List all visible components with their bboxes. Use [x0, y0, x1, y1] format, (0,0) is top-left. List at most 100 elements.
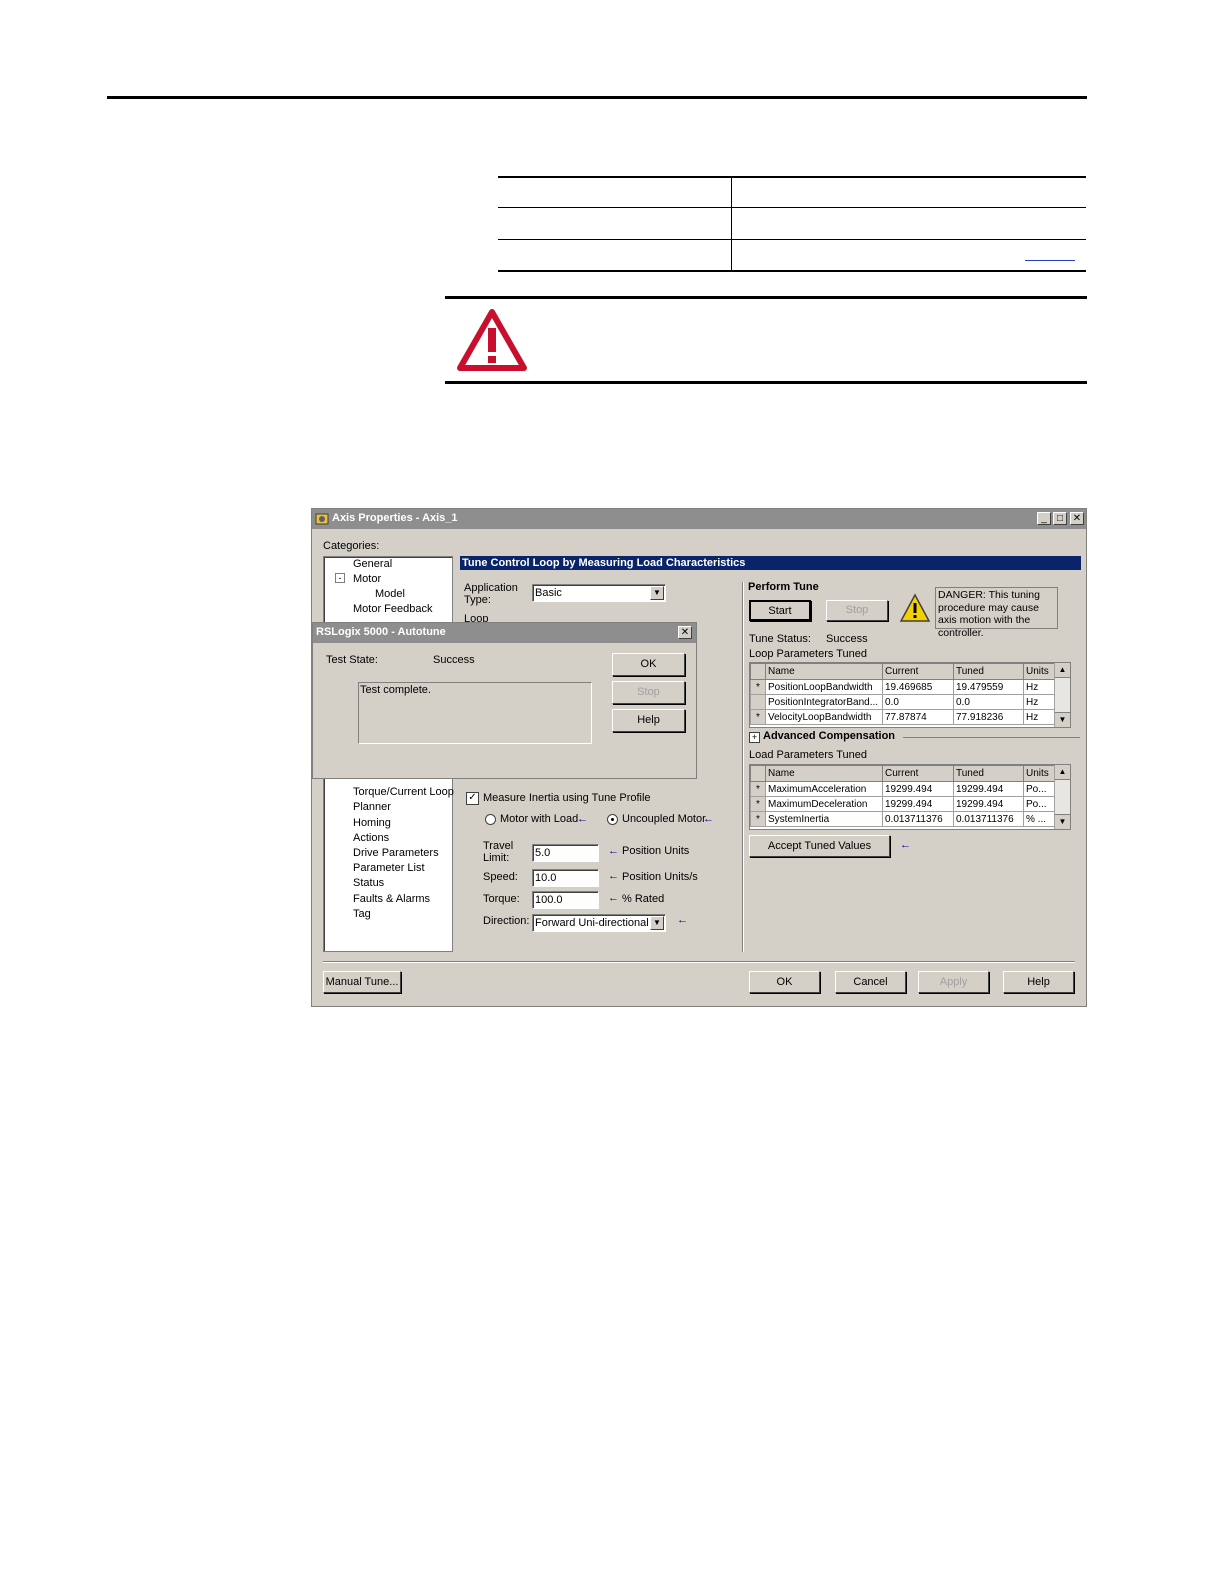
table-rule-mid2 — [498, 239, 1086, 240]
window-titlebar[interactable]: Axis Properties - Axis_1 _ □ ✕ — [312, 509, 1086, 529]
section-divider — [742, 582, 744, 952]
accept-arrow-icon: ← — [900, 839, 911, 851]
tree-item-tag[interactable]: Tag — [353, 908, 371, 920]
row-current: 0.0 — [882, 694, 954, 710]
measure-inertia-checkbox[interactable]: ✓ — [466, 792, 479, 805]
torque-input[interactable]: 100.0 — [532, 891, 599, 909]
motor-with-load-radio[interactable] — [485, 814, 496, 825]
direction-select[interactable]: Forward Uni-directional ▼ — [532, 914, 666, 932]
apply-button[interactable]: Apply — [918, 971, 989, 993]
table-row[interactable]: * SystemInertia 0.013711376 0.013711376 … — [750, 811, 1055, 827]
table-row[interactable]: * MaximumDeceleration 19299.494 19299.49… — [750, 796, 1055, 812]
grid-header-units[interactable]: Units — [1023, 663, 1055, 680]
grid-header-units[interactable]: Units — [1023, 765, 1055, 782]
grid-header-current[interactable]: Current — [882, 765, 954, 782]
dialog-ok-button[interactable]: OK — [612, 653, 685, 676]
row-current: 19.469685 — [882, 679, 954, 695]
table-rule-bottom — [498, 270, 1086, 272]
grid-header-name[interactable]: Name — [765, 663, 883, 680]
row-current: 0.013711376 — [882, 811, 954, 827]
tree-item-motor[interactable]: Motor — [353, 573, 381, 585]
tree-item-planner[interactable]: Planner — [353, 801, 391, 813]
warning-icon — [899, 593, 931, 622]
row-tuned: 19.479559 — [953, 679, 1024, 695]
tree-item-status[interactable]: Status — [353, 877, 384, 889]
load-params-grid[interactable]: Name Current Tuned Units * MaximumAccele… — [749, 764, 1071, 830]
grid-header-marker — [750, 663, 766, 680]
loop-params-grid[interactable]: Name Current Tuned Units * PositionLoopB… — [749, 662, 1071, 728]
grid-header-tuned[interactable]: Tuned — [953, 765, 1024, 782]
advanced-compensation-rule — [903, 737, 1080, 738]
close-icon[interactable]: ✕ — [678, 626, 692, 639]
tree-item-parameter-list[interactable]: Parameter List — [353, 862, 425, 874]
start-button[interactable]: Start — [749, 600, 811, 621]
table-row[interactable]: * VelocityLoopBandwidth 77.87874 77.9182… — [750, 709, 1055, 725]
chevron-down-icon[interactable]: ▼ — [650, 916, 664, 930]
cancel-button[interactable]: Cancel — [835, 971, 906, 993]
grid-scrollbar[interactable]: ▲ ▼ — [1054, 663, 1070, 727]
advanced-compensation-label[interactable]: Advanced Compensation — [763, 730, 895, 742]
tree-item-homing[interactable]: Homing — [353, 817, 391, 829]
row-units: % ... — [1023, 811, 1055, 827]
dialog-title: RSLogix 5000 - Autotune — [316, 626, 446, 638]
table-row[interactable]: PositionIntegratorBand... 0.0 0.0 Hz — [750, 694, 1055, 710]
dialog-stop-button[interactable]: Stop — [612, 681, 685, 704]
row-marker: * — [750, 811, 766, 827]
tree-expand-icon[interactable]: - — [335, 573, 345, 583]
dialog-help-button[interactable]: Help — [612, 709, 685, 732]
scroll-down-icon[interactable]: ▼ — [1055, 814, 1070, 829]
row-tuned: 77.918236 — [953, 709, 1024, 725]
header-rule — [107, 96, 1087, 99]
window-title: Axis Properties - Axis_1 — [332, 512, 458, 524]
row-units: Hz — [1023, 709, 1055, 725]
close-icon[interactable]: ✕ — [1070, 512, 1084, 525]
loop-params-label: Loop Parameters Tuned — [749, 648, 868, 660]
row-marker: * — [750, 679, 766, 695]
advanced-compensation-expand-icon[interactable]: + — [749, 732, 760, 743]
tree-item-general[interactable]: General — [353, 558, 392, 570]
attention-rule-bottom — [445, 381, 1087, 384]
tree-item-faults-alarms[interactable]: Faults & Alarms — [353, 893, 430, 905]
help-button[interactable]: Help — [1003, 971, 1074, 993]
stop-button[interactable]: Stop — [826, 600, 888, 621]
dialog-titlebar[interactable]: RSLogix 5000 - Autotune ✕ — [313, 623, 696, 643]
motor-with-load-arrow-icon: ← — [577, 813, 588, 825]
test-state-label: Test State: — [326, 654, 378, 666]
tree-item-model[interactable]: Model — [375, 588, 405, 600]
maximize-icon[interactable]: □ — [1053, 512, 1067, 525]
tree-item-drive-parameters[interactable]: Drive Parameters — [353, 847, 439, 859]
perform-tune-label: Perform Tune — [748, 581, 819, 593]
speed-input[interactable]: 10.0 — [532, 869, 599, 887]
minimize-icon[interactable]: _ — [1037, 512, 1051, 525]
tune-status-value: Success — [826, 633, 868, 645]
tree-item-torque-current-loop[interactable]: Torque/Current Loop — [353, 786, 454, 798]
application-type-select[interactable]: Basic ▼ — [532, 584, 666, 602]
ok-button[interactable]: OK — [749, 971, 820, 993]
scroll-down-icon[interactable]: ▼ — [1055, 712, 1070, 727]
grid-header-current[interactable]: Current — [882, 663, 954, 680]
chevron-down-icon[interactable]: ▼ — [650, 586, 664, 600]
row-current: 77.87874 — [882, 709, 954, 725]
row-units: Po... — [1023, 781, 1055, 797]
autotune-dialog: RSLogix 5000 - Autotune ✕ Test State: Su… — [312, 622, 697, 779]
uncoupled-motor-radio[interactable] — [607, 814, 618, 825]
table-row[interactable]: * MaximumAcceleration 19299.494 19299.49… — [750, 781, 1055, 797]
grid-header-tuned[interactable]: Tuned — [953, 663, 1024, 680]
dialog-message: Test complete. — [360, 684, 431, 696]
tree-item-actions[interactable]: Actions — [353, 832, 389, 844]
table-row[interactable]: * PositionLoopBandwidth 19.469685 19.479… — [750, 679, 1055, 695]
manual-tune-button[interactable]: Manual Tune... — [323, 971, 401, 993]
row-tuned: 0.0 — [953, 694, 1024, 710]
scroll-up-icon[interactable]: ▲ — [1055, 663, 1070, 678]
grid-header-name[interactable]: Name — [765, 765, 883, 782]
table-link-underline[interactable] — [1025, 260, 1075, 261]
grid-scrollbar[interactable]: ▲ ▼ — [1054, 765, 1070, 829]
scroll-up-icon[interactable]: ▲ — [1055, 765, 1070, 780]
table-rule-top — [498, 176, 1086, 178]
travel-limit-input[interactable]: 5.0 — [532, 844, 599, 862]
row-marker — [750, 694, 766, 710]
direction-label: Direction: — [483, 915, 530, 927]
tree-item-motor-feedback[interactable]: Motor Feedback — [353, 603, 432, 615]
accept-tuned-values-button[interactable]: Accept Tuned Values — [749, 835, 890, 857]
panel-title: Tune Control Loop by Measuring Load Char… — [462, 557, 746, 569]
